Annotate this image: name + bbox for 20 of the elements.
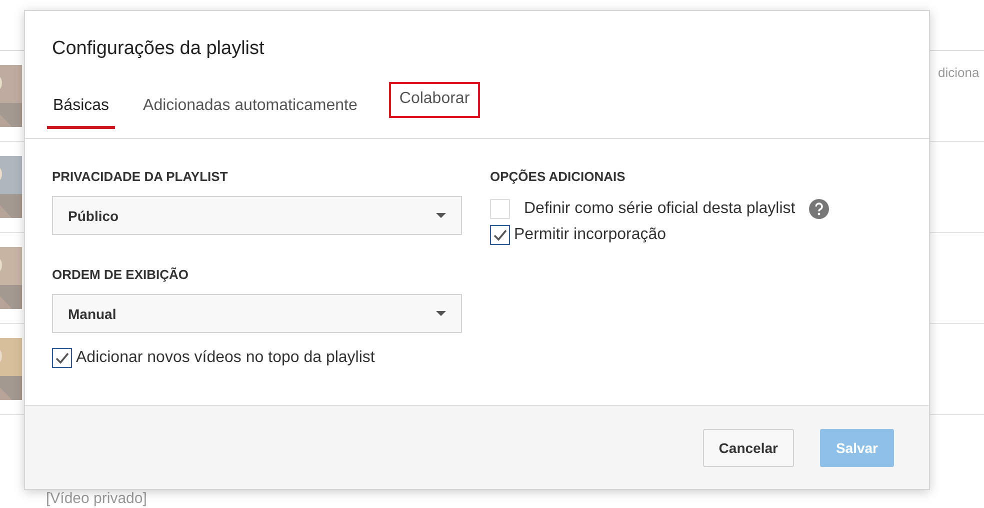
dialog-title: Configurações da playlist [51, 37, 266, 61]
caret-down-icon [436, 213, 446, 218]
tab[interactable]: Adicionadas automaticamente [137, 85, 364, 129]
dropdown[interactable]: Público [52, 196, 462, 235]
cancel-button[interactable]: Cancelar [702, 428, 794, 466]
column-header: diciona [938, 65, 980, 80]
checkbox-label: Adicionar novos vídeos no topo da playlist [76, 349, 375, 367]
video-title: [Vídeo privado] [45, 491, 148, 507]
caret-down-icon [436, 311, 446, 316]
checkbox[interactable] [490, 225, 510, 245]
section-label: ORDEM DE EXIBIÇÃO [52, 267, 190, 282]
checkbox-label: Definir como série oficial desta playlist [524, 200, 796, 218]
section-label: OPÇÕES ADICIONAIS [490, 169, 626, 184]
checkbox[interactable] [52, 348, 72, 368]
section-label: PRIVACIDADE DA PLAYLIST [52, 169, 229, 184]
dropdown[interactable]: Manual [52, 294, 462, 333]
checkbox-label: Permitir incorporação [514, 226, 666, 244]
help-icon [809, 199, 830, 219]
tab[interactable]: Básicas [47, 85, 116, 129]
tab[interactable]: Colaborar [391, 84, 478, 116]
